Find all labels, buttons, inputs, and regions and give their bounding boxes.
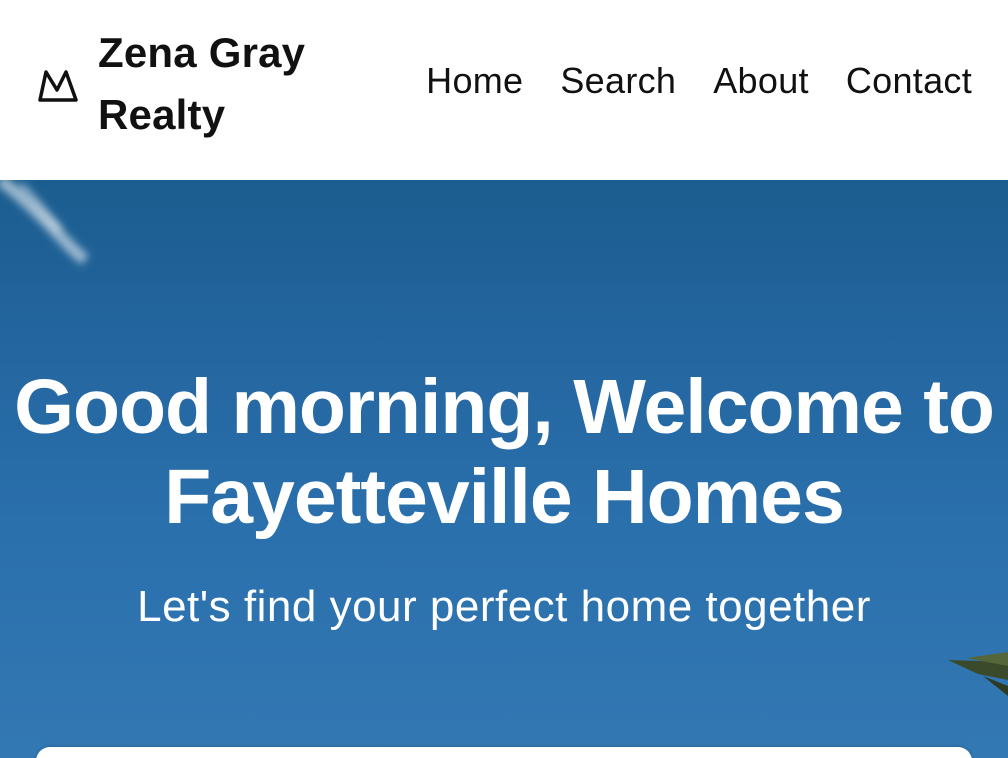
mountain-crown-icon [36,64,80,104]
search-card[interactable] [36,747,972,758]
tree-branch-decoration [948,652,1008,696]
nav-search-link[interactable]: Search [560,55,676,107]
hero-section: Good morning, Welcome to Fayetteville Ho… [0,180,1008,758]
brand-name: Zena Gray Realty [98,29,306,138]
nav-contact-link[interactable]: Contact [846,55,972,107]
brand-logo-link[interactable]: Zena Gray Realty [36,22,348,146]
nav-about-link[interactable]: About [713,55,809,107]
hero-subtitle: Let's find your perfect home together [137,582,871,631]
site-header: Zena Gray Realty Home Search About Conta… [0,0,1008,180]
cloud-wisp-decoration [0,180,89,265]
main-nav: Home Search About Contact [426,55,972,107]
hero-title: Good morning, Welcome to Fayetteville Ho… [14,364,995,540]
nav-home-link[interactable]: Home [426,55,523,107]
